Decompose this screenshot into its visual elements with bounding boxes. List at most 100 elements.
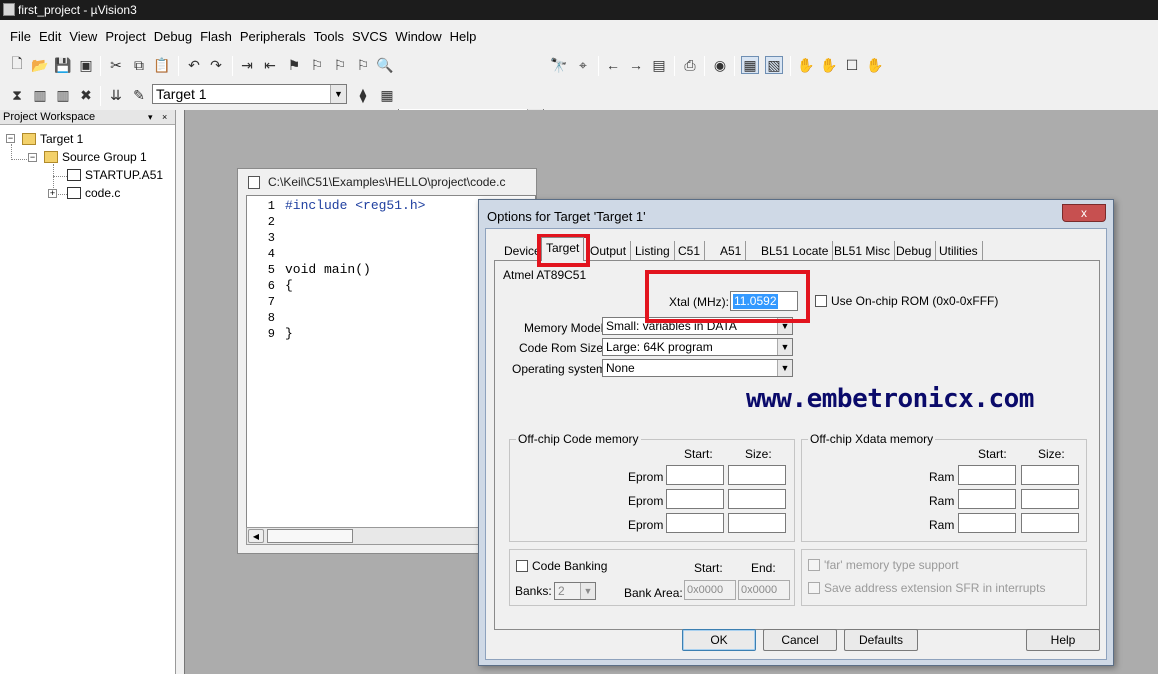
far-memory-checkbox[interactable] bbox=[808, 559, 820, 571]
eprom-size-input[interactable] bbox=[728, 513, 786, 533]
tab-utilities[interactable]: Utilities bbox=[935, 241, 983, 261]
expand-toggle[interactable]: + bbox=[48, 189, 57, 198]
bookmark-prev-icon[interactable]: ⚐ bbox=[308, 56, 326, 74]
menu-debug[interactable]: Debug bbox=[150, 29, 196, 44]
target-options-icon[interactable]: ✎ bbox=[130, 86, 148, 104]
build-icon[interactable]: ▥ bbox=[31, 86, 49, 104]
menu-project[interactable]: Project bbox=[101, 29, 149, 44]
scroll-left-icon[interactable]: ◀ bbox=[248, 529, 264, 543]
translate-icon[interactable]: ⧗ bbox=[8, 86, 26, 104]
tab-a51[interactable]: A51 bbox=[716, 241, 747, 261]
unindent-icon[interactable]: ⇤ bbox=[261, 56, 279, 74]
chevron-down-icon[interactable]: ▾ bbox=[148, 110, 153, 124]
os-select[interactable]: None ▼ bbox=[602, 359, 793, 377]
tab-bl51-misc[interactable]: BL51 Misc bbox=[830, 241, 896, 261]
menu-view[interactable]: View bbox=[65, 29, 101, 44]
bookmark-icon[interactable]: ⚑ bbox=[285, 56, 303, 74]
chevron-down-icon[interactable]: ▼ bbox=[330, 85, 346, 103]
close-icon[interactable]: × bbox=[162, 110, 167, 124]
bank-area-start-input[interactable]: 0x0000 bbox=[684, 580, 736, 600]
chevron-down-icon[interactable]: ▼ bbox=[777, 360, 792, 376]
copy-icon[interactable]: ⧉ bbox=[130, 56, 148, 74]
code-rom-select[interactable]: Large: 64K program ▼ bbox=[602, 338, 793, 356]
code-banking-checkbox[interactable] bbox=[516, 560, 528, 572]
collapse-toggle[interactable]: − bbox=[6, 134, 15, 143]
back-arrow-icon[interactable]: ← bbox=[604, 56, 622, 74]
menu-tools[interactable]: Tools bbox=[310, 29, 348, 44]
new-file-icon[interactable]: 🗋 bbox=[8, 55, 26, 74]
find-icon[interactable]: 🔭 bbox=[550, 56, 568, 74]
redo-icon[interactable]: ↷ bbox=[207, 56, 225, 74]
tree-item-code-c[interactable]: code.c bbox=[67, 185, 120, 201]
kill-breakpoints-icon[interactable]: ✋ bbox=[866, 56, 884, 74]
bank-area-end-input[interactable]: 0x0000 bbox=[738, 580, 790, 600]
cut-icon[interactable]: ✂ bbox=[107, 56, 125, 74]
tab-c51[interactable]: C51 bbox=[674, 241, 706, 261]
scrollbar-thumb[interactable] bbox=[267, 529, 353, 543]
project-workspace-panel: Project Workspace ▾ × − Target 1 − Sourc… bbox=[0, 110, 176, 674]
defaults-button[interactable]: Defaults bbox=[844, 629, 918, 651]
tab-target[interactable]: Target bbox=[541, 237, 585, 261]
ram-start-input[interactable] bbox=[958, 513, 1016, 533]
manage-components-icon[interactable]: ⧫ bbox=[354, 86, 372, 104]
bookmark-next-icon[interactable]: ⚐ bbox=[331, 56, 349, 74]
undo-icon[interactable]: ↶ bbox=[185, 56, 203, 74]
save-all-icon[interactable]: ▣ bbox=[77, 56, 95, 74]
source-browser-icon[interactable]: ▤ bbox=[650, 56, 668, 74]
help-button[interactable]: Help bbox=[1026, 629, 1100, 651]
output-window-icon[interactable]: ▧ bbox=[765, 56, 783, 74]
ram-size-input[interactable] bbox=[1021, 465, 1079, 485]
open-folder-icon[interactable]: 📂 bbox=[31, 56, 49, 74]
eprom-start-input[interactable] bbox=[666, 465, 724, 485]
debug-session-icon[interactable]: ◉ bbox=[711, 56, 729, 74]
ram-size-input[interactable] bbox=[1021, 513, 1079, 533]
close-button[interactable]: x bbox=[1062, 204, 1106, 222]
menu-window[interactable]: Window bbox=[391, 29, 445, 44]
eprom-start-input[interactable] bbox=[666, 489, 724, 509]
chevron-down-icon[interactable]: ▼ bbox=[777, 339, 792, 355]
tree-item-source-group[interactable]: Source Group 1 bbox=[44, 149, 147, 165]
onchip-rom-checkbox[interactable] bbox=[815, 295, 827, 307]
menu-flash[interactable]: Flash bbox=[196, 29, 236, 44]
breakpoint-hand-icon[interactable]: ✋ bbox=[820, 56, 838, 74]
menu-edit[interactable]: Edit bbox=[35, 29, 65, 44]
indent-icon[interactable]: ⇥ bbox=[238, 56, 256, 74]
ok-button[interactable]: OK bbox=[682, 629, 756, 651]
workspace-window-icon[interactable]: ▦ bbox=[741, 56, 759, 74]
tree-item-target[interactable]: Target 1 bbox=[22, 131, 83, 147]
multi-project-icon[interactable]: ▦ bbox=[378, 86, 396, 104]
eprom-size-input[interactable] bbox=[728, 465, 786, 485]
target-select[interactable]: Target 1 ▼ bbox=[152, 84, 347, 104]
tab-debug[interactable]: Debug bbox=[892, 241, 937, 261]
collapse-toggle[interactable]: − bbox=[28, 153, 37, 162]
cancel-button[interactable]: Cancel bbox=[763, 629, 837, 651]
stop-build-icon[interactable]: ✖ bbox=[77, 86, 95, 104]
menu-help[interactable]: Help bbox=[446, 29, 481, 44]
hand-icon[interactable]: ✋ bbox=[797, 56, 815, 74]
rebuild-icon[interactable]: ▥ bbox=[54, 86, 72, 104]
menu-peripherals[interactable]: Peripherals bbox=[236, 29, 310, 44]
chevron-down-icon[interactable]: ▼ bbox=[580, 583, 595, 599]
tab-listing[interactable]: Listing bbox=[631, 241, 675, 261]
disable-breakpoints-icon[interactable]: ☐ bbox=[843, 56, 861, 74]
find-in-files-icon[interactable]: 🔍 bbox=[376, 56, 394, 74]
banks-select[interactable]: 2 ▼ bbox=[554, 582, 596, 600]
incremental-find-icon[interactable]: ⌖ bbox=[574, 56, 592, 74]
ram-size-input[interactable] bbox=[1021, 489, 1079, 509]
menu-file[interactable]: File bbox=[6, 29, 35, 44]
ram-start-input[interactable] bbox=[958, 489, 1016, 509]
tree-item-startup[interactable]: STARTUP.A51 bbox=[67, 167, 163, 183]
tab-output[interactable]: Output bbox=[586, 241, 632, 261]
ram-start-input[interactable] bbox=[958, 465, 1016, 485]
load-icon[interactable]: ⇊ bbox=[107, 86, 125, 104]
save-icon[interactable]: 💾 bbox=[54, 56, 72, 74]
eprom-start-input[interactable] bbox=[666, 513, 724, 533]
tab-bl51-locate[interactable]: BL51 Locate bbox=[757, 241, 834, 261]
print-icon[interactable]: ⎙ bbox=[681, 56, 699, 74]
save-sfr-checkbox[interactable] bbox=[808, 582, 820, 594]
menu-svcs[interactable]: SVCS bbox=[348, 29, 391, 44]
eprom-size-input[interactable] bbox=[728, 489, 786, 509]
bookmark-clear-icon[interactable]: ⚐ bbox=[354, 56, 372, 74]
paste-icon[interactable]: 📋 bbox=[153, 56, 171, 74]
forward-arrow-icon[interactable]: → bbox=[627, 56, 645, 74]
